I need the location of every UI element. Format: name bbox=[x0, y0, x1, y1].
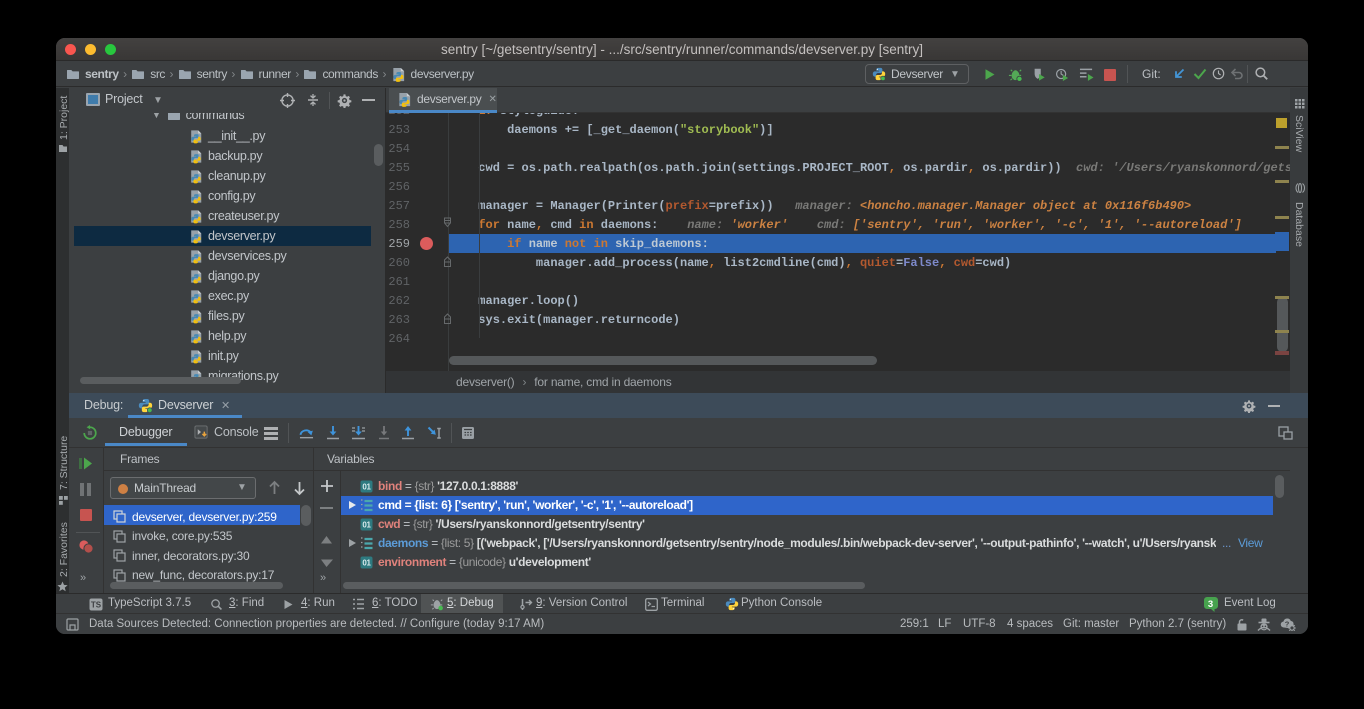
svg-text:01: 01 bbox=[362, 558, 371, 567]
svg-text:01: 01 bbox=[362, 482, 371, 491]
svg-text:?: ? bbox=[1285, 620, 1290, 629]
svg-text:TS: TS bbox=[91, 600, 102, 609]
svg-text:3: 3 bbox=[1208, 599, 1213, 610]
svg-text:01: 01 bbox=[362, 520, 371, 529]
